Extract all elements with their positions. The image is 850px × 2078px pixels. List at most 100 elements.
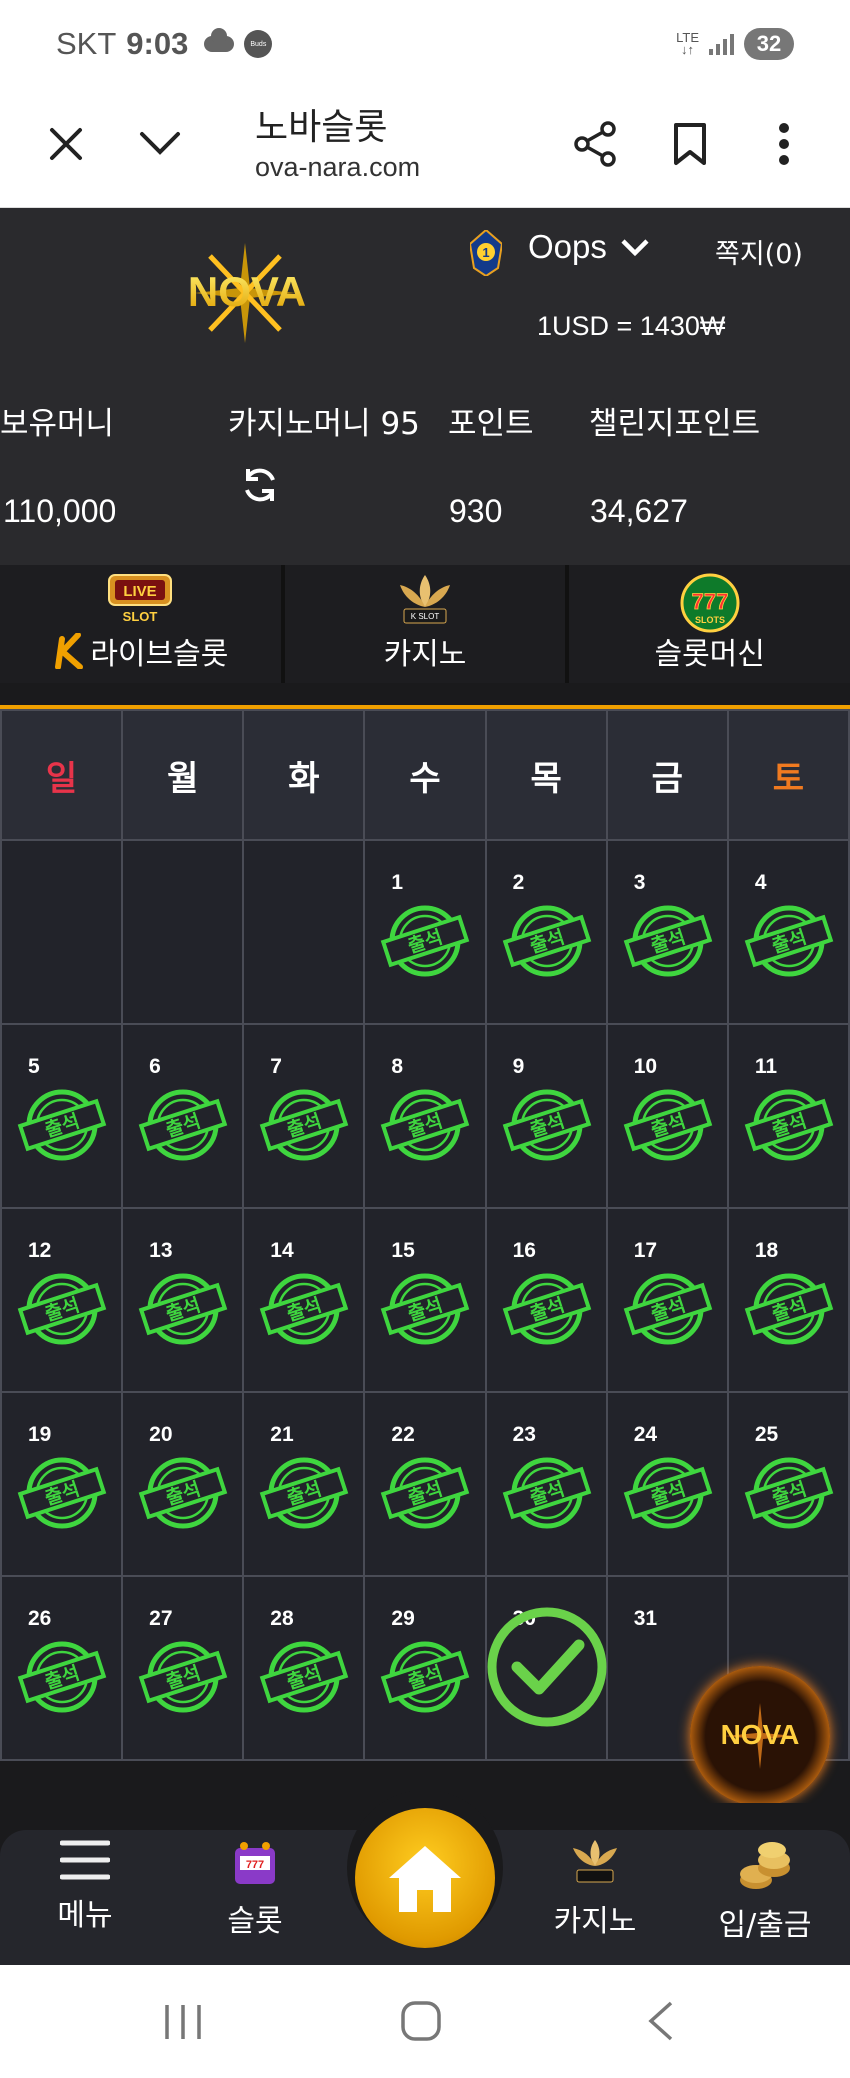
bookmark-icon[interactable] (662, 116, 718, 172)
calendar-day[interactable]: 7 출석 (242, 1023, 366, 1209)
calendar-empty-cell (0, 839, 124, 1025)
calendar-day[interactable]: 19 출석 (0, 1391, 124, 1577)
level-badge-icon: 1 (470, 230, 502, 276)
buds-icon: Buds (244, 30, 273, 58)
calendar-day[interactable]: 30 (484, 1575, 608, 1761)
calendar-day[interactable]: 6 출석 (121, 1023, 245, 1209)
refresh-icon[interactable] (240, 465, 280, 505)
day-number: 14 (270, 1239, 294, 1262)
day-number: 25 (754, 1423, 779, 1446)
calendar-day[interactable]: 3 출석 (605, 839, 729, 1025)
weekday-header: 목 (484, 709, 608, 841)
tab-live-slot[interactable]: LIVE SLOT 라이브슬롯 (0, 565, 285, 683)
svg-text:777: 777 (246, 1859, 264, 1871)
calendar-day[interactable]: 13 출석 (121, 1207, 245, 1393)
attendance-stamp-icon: 출석 (17, 1641, 107, 1713)
attendance-stamp-icon: 출석 (381, 1089, 470, 1161)
calendar-day[interactable]: 5 출석 (0, 1023, 124, 1209)
page-title: 노바슬롯 (255, 107, 388, 148)
floating-nova-button[interactable]: NOVA (690, 1666, 830, 1806)
back-icon[interactable] (645, 2001, 675, 2041)
calendar-day[interactable]: 24 출석 (605, 1391, 729, 1577)
tab-casino[interactable]: K SLOT 카지노 (285, 565, 570, 683)
attendance-stamp-icon: 출석 (502, 1089, 591, 1161)
calendar-day[interactable]: 26 출석 (0, 1575, 124, 1761)
tab-slot-machine[interactable]: 777 SLOTS 슬롯머신 (569, 565, 850, 683)
calendar-day[interactable]: 16 출석 (484, 1207, 608, 1393)
chevron-down-icon[interactable] (132, 116, 188, 172)
attendance-stamp-icon: 출석 (17, 1457, 107, 1529)
recent-apps-icon[interactable] (163, 2003, 203, 2041)
calendar-empty-cell (242, 839, 366, 1025)
user-dropdown-chevron-icon[interactable] (620, 238, 650, 258)
browser-toolbar: 노바슬롯 ova-nara.com (0, 90, 850, 208)
calendar-day[interactable]: 15 출석 (363, 1207, 487, 1393)
attendance-stamp-icon: 출석 (744, 1457, 834, 1529)
cloud-icon (204, 28, 235, 52)
clock: 9:03 (126, 26, 189, 61)
calendar-week-row: 19 출석 20 출석 21 출석 22 출석 23 출석 24 출석 25 출석 (0, 1391, 850, 1577)
calendar-day[interactable]: 1 출석 (363, 839, 487, 1025)
messages-link[interactable]: 쪽지(0) (715, 232, 803, 271)
day-number: 3 (633, 871, 646, 894)
calendar-day[interactable]: 29 출석 (363, 1575, 487, 1761)
day-number: 17 (633, 1239, 658, 1262)
nav-label: 메뉴 (57, 1898, 113, 1933)
tab-label: 카지노 (383, 637, 467, 672)
calendar-day[interactable]: 27 출석 (121, 1575, 245, 1761)
live-slot-icon: LIVE SLOT (108, 574, 173, 624)
url-label[interactable]: ova-nara.com (255, 152, 420, 183)
calendar-week-row: 12 출석 13 출석 14 출석 15 출석 16 출석 17 출석 18 출석 (0, 1207, 850, 1393)
calendar-day[interactable]: 25 출석 (726, 1391, 850, 1577)
day-number: 10 (633, 1055, 658, 1078)
nav-casino[interactable]: 카지노 (530, 1838, 660, 1940)
attendance-stamp-icon: 출석 (744, 1273, 834, 1345)
day-number: 4 (754, 871, 767, 894)
weekday-header: 토 (726, 709, 850, 841)
share-icon[interactable] (567, 116, 623, 172)
username[interactable]: Oops (528, 228, 607, 266)
day-number: 22 (391, 1423, 415, 1446)
system-navigation-bar (0, 1965, 850, 2078)
calendar-day[interactable]: 21 출석 (242, 1391, 366, 1577)
calendar-day[interactable]: 2 출석 (484, 839, 608, 1025)
nova-logo[interactable]: NOVA (150, 238, 345, 348)
calendar-day[interactable]: 11 출석 (726, 1023, 850, 1209)
calendar-day[interactable]: 14 출석 (242, 1207, 366, 1393)
attendance-calendar: 일월화수목금토 1 출석 2 출석 3 출석 4 출석 5 출석 6 출석 7 출석 8 출석 9 출석 10 출석 1… (0, 709, 850, 1761)
svg-text:1: 1 (482, 245, 489, 260)
home-icon (389, 1846, 461, 1912)
calendar-day[interactable]: 8 출석 (363, 1023, 487, 1209)
challenge-points-value: 34,627 (590, 493, 688, 529)
site-header: NOVA 1 Oops 쪽지(0) 1USD = 1430₩ (0, 208, 850, 373)
calendar-day[interactable]: 4 출석 (726, 839, 850, 1025)
attendance-stamp-icon: 출석 (138, 1273, 228, 1345)
nav-menu[interactable]: 메뉴 (20, 1838, 150, 1934)
calendar-day[interactable]: 17 출석 (605, 1207, 729, 1393)
calendar-day[interactable]: 9 출석 (484, 1023, 608, 1209)
hamburger-menu-icon (60, 1840, 110, 1880)
status-bar: SKT 9:03 Buds LTE ↓↑ 32 (0, 0, 850, 90)
calendar-day[interactable]: 10 출석 (605, 1023, 729, 1209)
weekday-header: 수 (363, 709, 487, 841)
nav-deposit-withdraw[interactable]: 입/출금 (700, 1838, 830, 1944)
day-number: 20 (149, 1423, 173, 1446)
nav-slot[interactable]: 777 슬롯 (190, 1838, 320, 1940)
calendar-day[interactable]: 23 출석 (484, 1391, 608, 1577)
svg-text:SLOT: SLOT (123, 609, 158, 624)
calendar-day[interactable]: 12 출석 (0, 1207, 124, 1393)
svg-text:K SLOT: K SLOT (411, 612, 440, 621)
home-system-icon[interactable] (400, 2000, 442, 2042)
close-icon[interactable] (38, 116, 94, 172)
calendar-day[interactable]: 18 출석 (726, 1207, 850, 1393)
svg-text:777: 777 (691, 589, 728, 614)
calendar-day[interactable]: 22 출석 (363, 1391, 487, 1577)
day-number: 28 (270, 1607, 294, 1630)
more-options-icon[interactable] (756, 116, 812, 172)
home-button[interactable] (355, 1808, 495, 1948)
day-number: 19 (28, 1423, 52, 1446)
calendar-day[interactable]: 28 출석 (242, 1575, 366, 1761)
points-value: 930 (449, 493, 503, 529)
tab-label: 라이브슬롯 (90, 637, 229, 672)
calendar-day[interactable]: 20 출석 (121, 1391, 245, 1577)
